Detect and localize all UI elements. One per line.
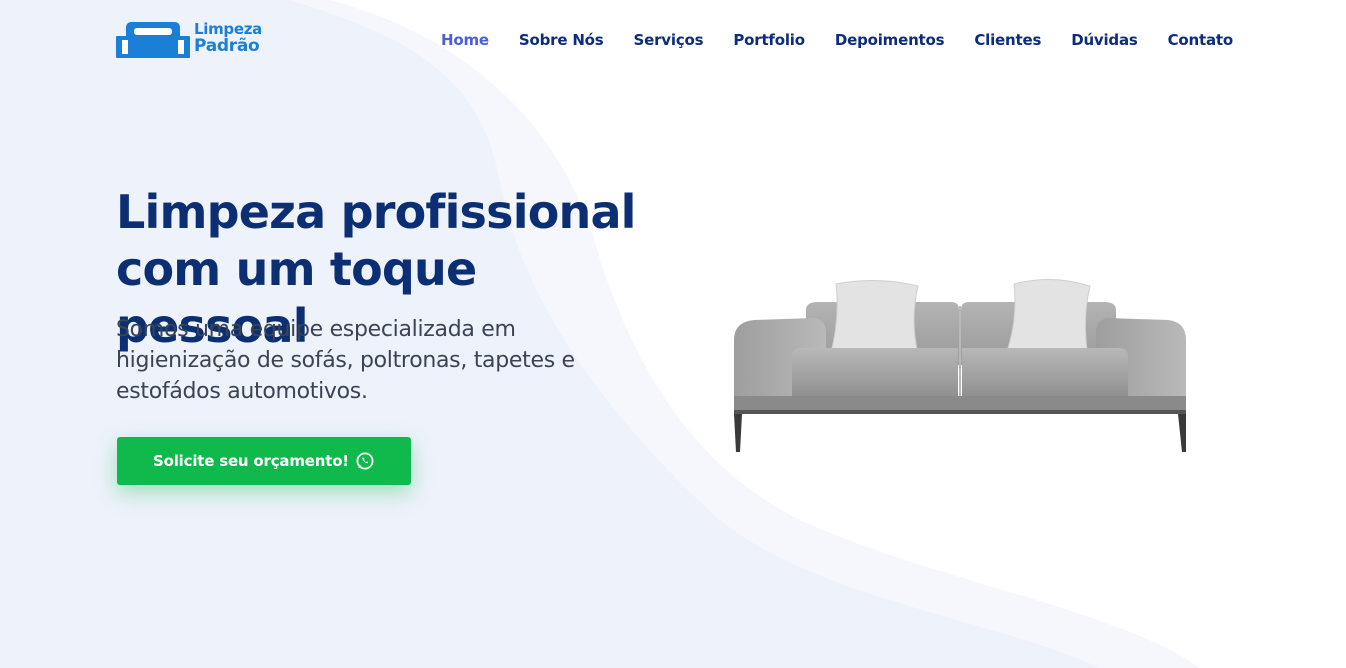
nav-home[interactable]: Home	[441, 30, 489, 50]
nav-contato[interactable]: Contato	[1168, 30, 1234, 50]
brand-name-line1: Limpeza	[194, 20, 262, 38]
whatsapp-icon	[356, 452, 374, 470]
request-quote-button[interactable]: Solicite seu orçamento!	[117, 437, 411, 485]
sofa-logo-icon	[116, 22, 190, 58]
brand-name-line2: Padrão	[194, 36, 260, 56]
hero-subtitle: Somos uma equipe especializada em higien…	[116, 317, 575, 404]
nav-duvidas[interactable]: Dúvidas	[1071, 30, 1138, 50]
nav-depoimentos[interactable]: Depoimentos	[835, 30, 945, 50]
sofa-image	[734, 278, 1186, 452]
main-nav: Home Sobre Nós Serviços Portfolio Depoim…	[441, 30, 1233, 50]
nav-portfolio[interactable]: Portfolio	[733, 30, 805, 50]
nav-clientes[interactable]: Clientes	[974, 30, 1041, 50]
request-quote-label: Solicite seu orçamento!	[153, 452, 349, 470]
brand-name: Limpeza Padrão	[194, 22, 262, 56]
nav-sobre-nos[interactable]: Sobre Nós	[519, 30, 604, 50]
nav-servicos[interactable]: Serviços	[634, 30, 704, 50]
navbar: Limpeza Padrão Home Sobre Nós Serviços P…	[0, 0, 1346, 82]
brand-logo[interactable]: Limpeza Padrão	[116, 22, 262, 58]
